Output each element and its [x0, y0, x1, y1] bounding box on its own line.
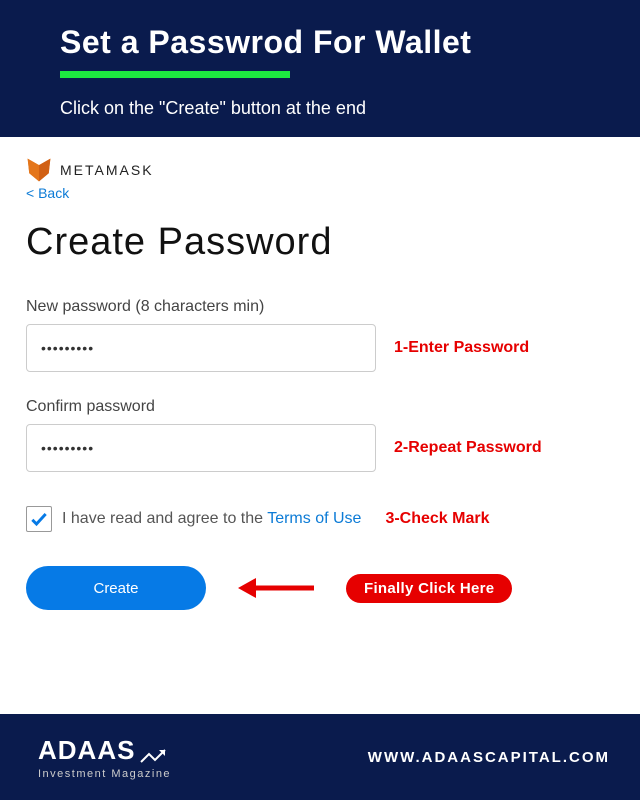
create-button[interactable]: Create — [26, 566, 206, 610]
annotation-step-1: 1-Enter Password — [394, 339, 529, 357]
footer: ADAAS Investment Magazine WWW.ADAASCAPIT… — [0, 714, 640, 800]
terms-text: I have read and agree to the Terms of Us… — [62, 510, 361, 528]
footer-brand: ADAAS — [38, 735, 135, 766]
confirm-password-block: Confirm password 2-Repeat Password — [26, 398, 614, 472]
banner-title: Set a Passwrod For Wallet — [60, 24, 610, 61]
confirm-password-label: Confirm password — [26, 398, 614, 416]
footer-tagline: Investment Magazine — [38, 768, 171, 780]
back-link[interactable]: < Back — [26, 185, 69, 201]
new-password-label: New password (8 characters min) — [26, 298, 614, 316]
click-here-badge: Finally Click Here — [346, 574, 512, 603]
annotation-step-3: 3-Check Mark — [385, 510, 489, 528]
brand-row: METAMASK — [26, 157, 614, 183]
arrow-annotation — [226, 573, 326, 603]
action-row: Create Finally Click Here — [26, 566, 614, 610]
new-password-block: New password (8 characters min) 1-Enter … — [26, 298, 614, 372]
checkmark-icon — [29, 509, 49, 529]
footer-url: WWW.ADAASCAPITAL.COM — [368, 749, 610, 766]
main-panel: METAMASK < Back Create Password New pass… — [0, 137, 640, 630]
confirm-password-input[interactable] — [26, 424, 376, 472]
instruction-banner: Set a Passwrod For Wallet Click on the "… — [0, 0, 640, 137]
terms-link[interactable]: Terms of Use — [267, 510, 361, 527]
annotation-step-2: 2-Repeat Password — [394, 439, 542, 457]
chart-arrow-icon — [139, 746, 169, 766]
new-password-input[interactable] — [26, 324, 376, 372]
page-title: Create Password — [26, 221, 614, 264]
terms-checkbox[interactable] — [26, 506, 52, 532]
footer-brand-block: ADAAS Investment Magazine — [38, 735, 171, 780]
metamask-fox-icon — [26, 157, 52, 183]
banner-subtitle: Click on the "Create" button at the end — [60, 98, 610, 119]
terms-row: I have read and agree to the Terms of Us… — [26, 506, 614, 532]
terms-prefix: I have read and agree to the — [62, 510, 267, 527]
brand-name: METAMASK — [60, 162, 154, 178]
arrow-left-icon — [236, 573, 316, 603]
underline-accent — [60, 71, 290, 78]
